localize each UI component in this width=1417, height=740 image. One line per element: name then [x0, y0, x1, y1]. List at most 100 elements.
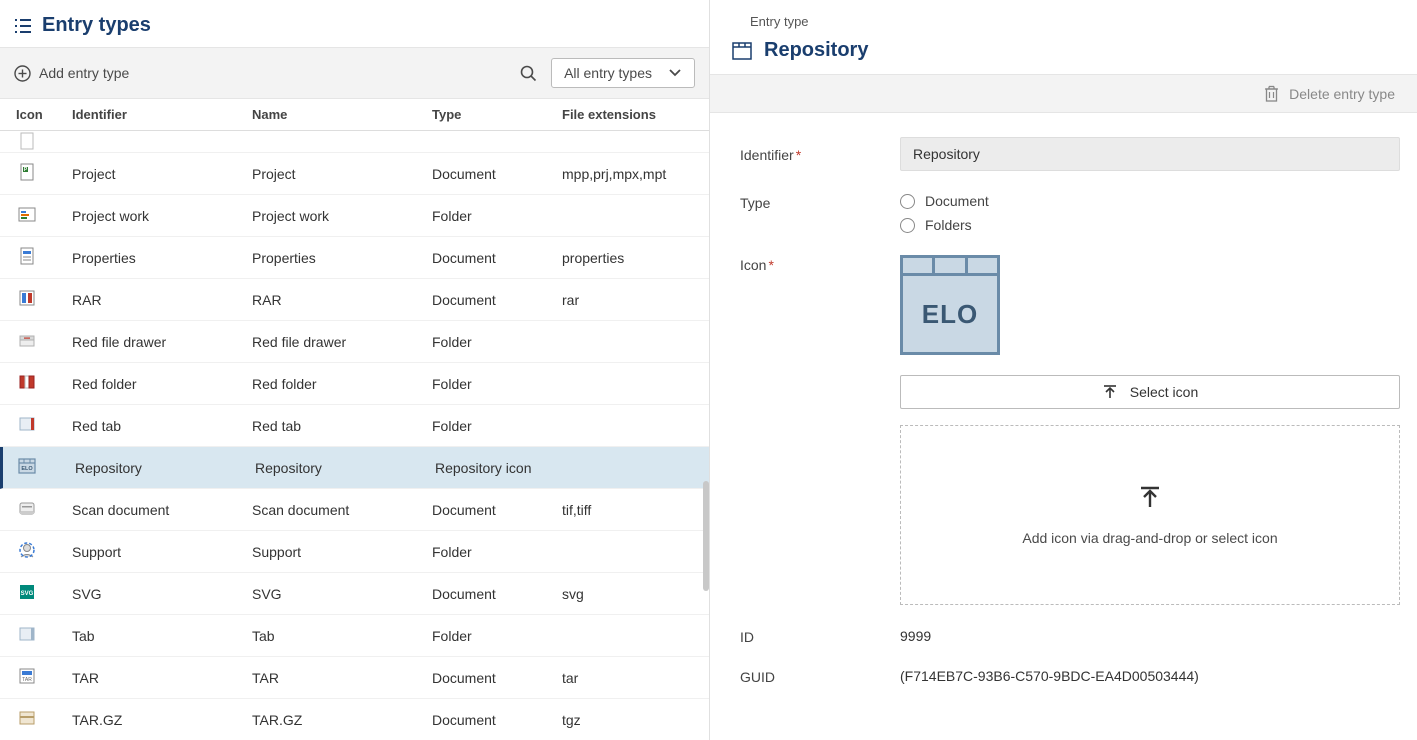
cell-ext: tif,tiff: [550, 502, 709, 518]
breadcrumb: Entry type: [710, 0, 1417, 35]
cell-name: Scan document: [240, 502, 420, 518]
cell-type: Document: [420, 292, 550, 308]
cell-identifier: Support: [60, 544, 240, 560]
type-row: Type Document Folders: [740, 193, 1403, 233]
entry-types-toolbar: Add entry type All entry types: [0, 47, 709, 99]
table-body[interactable]: PProjectProjectDocumentmpp,prj,mpx,mptPr…: [0, 131, 709, 740]
trash-icon: [1264, 85, 1279, 102]
icon-preview-text: ELO: [903, 276, 997, 352]
type-label: Type: [740, 193, 900, 211]
table-row[interactable]: [0, 131, 709, 153]
add-entry-type-label: Add entry type: [39, 65, 129, 81]
id-label: ID: [740, 627, 900, 645]
cell-type: Folder: [420, 628, 550, 644]
chevron-down-icon: [668, 68, 682, 78]
guid-value: (F714EB7C-93B6-C570-9BDC-EA4D00503444): [900, 668, 1403, 684]
repository-icon: [732, 42, 752, 60]
add-entry-type-button[interactable]: Add entry type: [14, 65, 129, 82]
upload-icon: [1137, 484, 1163, 510]
icon-dropzone[interactable]: Add icon via drag-and-drop or select ico…: [900, 425, 1400, 605]
cell-name: Project: [240, 166, 420, 182]
cell-name: TAR: [240, 670, 420, 686]
identifier-row: Identifier*: [740, 137, 1403, 171]
search-button[interactable]: [516, 61, 541, 86]
table-row[interactable]: ELORepositoryRepositoryRepository icon: [0, 447, 709, 489]
cell-identifier: Properties: [60, 250, 240, 266]
tar-doc-icon: TAR: [16, 666, 38, 686]
cell-name: Tab: [240, 628, 420, 644]
cell-ext: properties: [550, 250, 709, 266]
list-icon: [14, 18, 32, 34]
radio-icon: [900, 194, 915, 209]
table-row[interactable]: Red tabRed tabFolder: [0, 405, 709, 447]
svg-text:TAR: TAR: [22, 677, 32, 683]
icon-row: Icon* ELO Select icon Add icon: [740, 255, 1403, 605]
col-icon-header[interactable]: Icon: [0, 107, 60, 122]
identifier-input[interactable]: [900, 137, 1400, 171]
cell-name: Red folder: [240, 376, 420, 392]
cell-name: Support: [240, 544, 420, 560]
col-ext-header[interactable]: File extensions: [550, 107, 709, 122]
cell-name: SVG: [240, 586, 420, 602]
table-row[interactable]: SupportSupportFolder: [0, 531, 709, 573]
table-row[interactable]: Red folderRed folderFolder: [0, 363, 709, 405]
project-doc-icon: P: [16, 162, 38, 182]
cell-type: Document: [420, 670, 550, 686]
cell-identifier: RAR: [60, 292, 240, 308]
project-work-icon: [16, 204, 38, 224]
table-row[interactable]: Scan documentScan documentDocumenttif,ti…: [0, 489, 709, 531]
cell-name: RAR: [240, 292, 420, 308]
detail-title-row: Repository: [710, 35, 1417, 74]
cell-type: Document: [420, 250, 550, 266]
table-row[interactable]: SVGSVGSVGDocumentsvg: [0, 573, 709, 615]
properties-doc-icon: [16, 246, 38, 266]
cell-type: Document: [420, 166, 550, 182]
cell-identifier: Project work: [60, 208, 240, 224]
col-identifier-header[interactable]: Identifier: [60, 107, 240, 122]
svg-doc-icon: SVG: [16, 582, 38, 602]
cell-type: Folder: [420, 544, 550, 560]
cell-identifier: Scan document: [60, 502, 240, 518]
table-row[interactable]: TabTabFolder: [0, 615, 709, 657]
guid-row: GUID (F714EB7C-93B6-C570-9BDC-EA4D005034…: [740, 667, 1403, 685]
delete-label: Delete entry type: [1289, 86, 1395, 102]
col-type-header[interactable]: Type: [420, 107, 550, 122]
filter-label: All entry types: [564, 65, 652, 81]
type-radio-document[interactable]: Document: [900, 193, 1403, 209]
cell-name: TAR.GZ: [240, 712, 420, 728]
cell-ext: rar: [550, 292, 709, 308]
dropzone-label: Add icon via drag-and-drop or select ico…: [1022, 530, 1277, 546]
cell-name: Red tab: [240, 418, 420, 434]
cell-type: Document: [420, 586, 550, 602]
doc-generic-icon: [16, 131, 38, 151]
guid-label: GUID: [740, 667, 900, 685]
repository-icon: ELO: [16, 456, 38, 476]
col-name-header[interactable]: Name: [240, 107, 420, 122]
select-icon-label: Select icon: [1130, 384, 1198, 400]
table-row[interactable]: PropertiesPropertiesDocumentproperties: [0, 237, 709, 279]
cell-identifier: Tab: [60, 628, 240, 644]
rar-doc-icon: [16, 288, 38, 308]
svg-text:SVG: SVG: [21, 591, 34, 597]
type-radio-folders[interactable]: Folders: [900, 217, 1403, 233]
table-row[interactable]: RARRARDocumentrar: [0, 279, 709, 321]
red-folder-icon: [16, 372, 38, 392]
cell-type: Document: [420, 502, 550, 518]
table-row[interactable]: PProjectProjectDocumentmpp,prj,mpx,mpt: [0, 153, 709, 195]
table-row[interactable]: Red file drawerRed file drawerFolder: [0, 321, 709, 363]
search-icon: [520, 65, 537, 82]
table-row[interactable]: TARTARTARDocumenttar: [0, 657, 709, 699]
cell-ext: mpp,prj,mpx,mpt: [550, 166, 709, 182]
table-header: Icon Identifier Name Type File extension…: [0, 99, 709, 131]
delete-entry-type-button[interactable]: Delete entry type: [1264, 85, 1395, 102]
scrollbar[interactable]: [703, 481, 709, 591]
cell-identifier: TAR.GZ: [60, 712, 240, 728]
select-icon-button[interactable]: Select icon: [900, 375, 1400, 409]
id-value: 9999: [900, 628, 1403, 644]
entry-types-panel: Entry types Add entry type All entry typ…: [0, 0, 710, 740]
red-tab-icon: [16, 414, 38, 434]
table-row[interactable]: TAR.GZTAR.GZDocumenttgz: [0, 699, 709, 740]
filter-dropdown[interactable]: All entry types: [551, 58, 695, 88]
detail-title: Repository: [764, 39, 868, 62]
table-row[interactable]: Project workProject workFolder: [0, 195, 709, 237]
